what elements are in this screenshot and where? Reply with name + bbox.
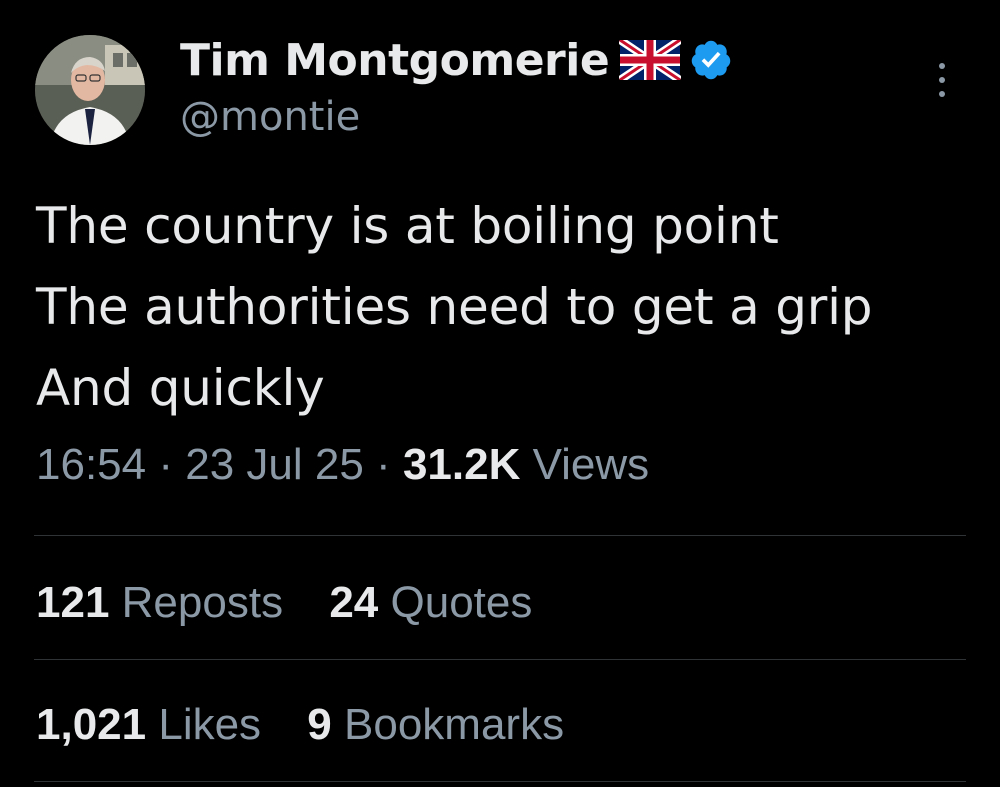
display-name[interactable]: Tim Montgomerie (180, 35, 610, 86)
tweet-line: And quickly (36, 359, 325, 417)
verified-badge-icon (689, 38, 733, 82)
bookmarks-stat[interactable]: 9 Bookmarks (307, 700, 564, 750)
likes-label: Likes (158, 700, 262, 749)
tweet-line: The authorities need to get a grip (36, 278, 873, 336)
quotes-count: 24 (329, 578, 379, 627)
bookmarks-label: Bookmarks (344, 700, 565, 749)
more-options-button[interactable] (930, 58, 954, 102)
stats-row-reposts-quotes: 121 Reposts 24 Quotes (36, 578, 566, 628)
more-vertical-icon (939, 63, 945, 97)
user-handle[interactable]: @montie (180, 94, 733, 140)
union-jack-flag-icon (617, 36, 683, 84)
tweet-date[interactable]: 23 Jul 25 (185, 440, 364, 489)
tweet-header: Tim Montgomerie @montie (180, 30, 733, 140)
reposts-label: Reposts (121, 578, 284, 627)
quotes-label: Quotes (390, 578, 533, 627)
views-label: Views (532, 440, 650, 489)
tweet-text: The country is at boiling point The auth… (36, 186, 986, 429)
avatar[interactable] (35, 35, 145, 145)
meta-separator: · (376, 440, 391, 489)
stats-row-likes-bookmarks: 1,021 Likes 9 Bookmarks (36, 700, 598, 750)
meta-separator: · (158, 440, 173, 489)
likes-count: 1,021 (36, 700, 147, 749)
divider (34, 781, 966, 782)
quotes-stat[interactable]: 24 Quotes (329, 578, 532, 628)
name-row: Tim Montgomerie (180, 30, 733, 90)
divider (34, 659, 966, 660)
tweet-time[interactable]: 16:54 (36, 440, 146, 489)
reposts-stat[interactable]: 121 Reposts (36, 578, 283, 628)
tweet-meta: 16:54 · 23 Jul 25 · 31.2K Views (36, 440, 649, 490)
avatar-image (35, 35, 145, 145)
views-count: 31.2K (402, 440, 521, 489)
bookmarks-count: 9 (307, 700, 332, 749)
reposts-count: 121 (36, 578, 110, 627)
tweet-line: The country is at boiling point (36, 197, 779, 255)
likes-stat[interactable]: 1,021 Likes (36, 700, 261, 750)
divider (34, 535, 966, 536)
